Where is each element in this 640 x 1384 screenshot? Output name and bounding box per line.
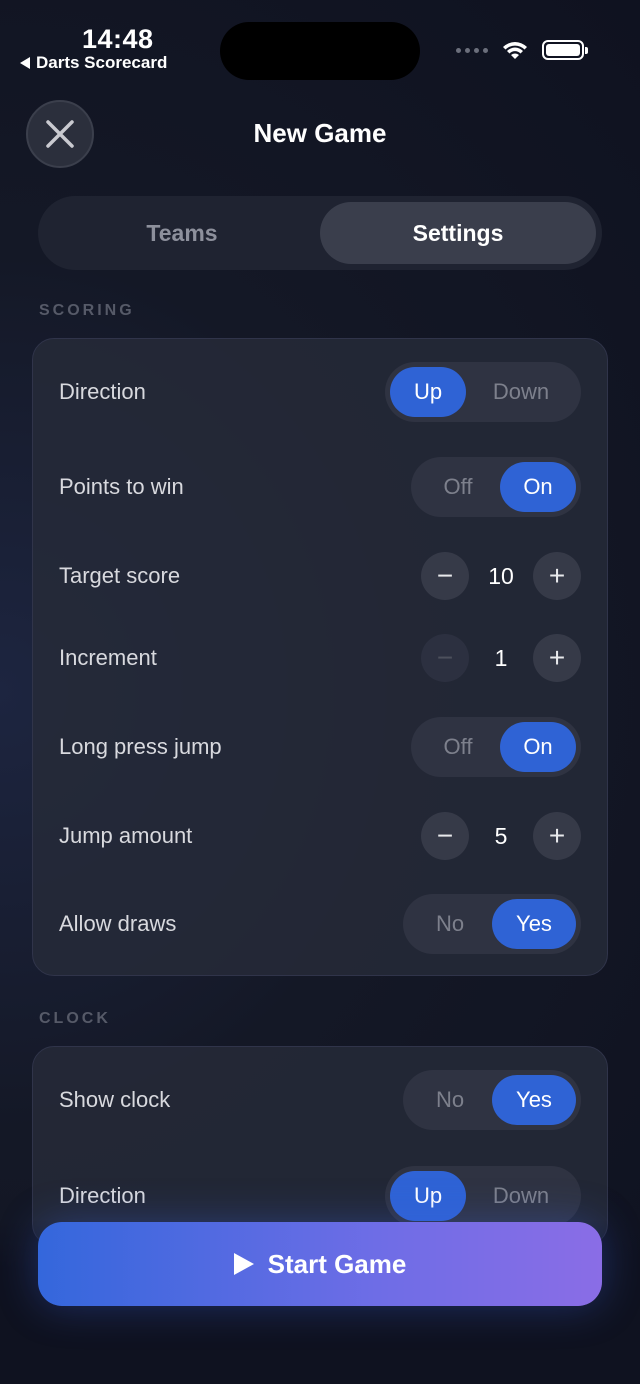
wifi-icon [503,42,527,59]
target-score-label: Target score [59,563,181,588]
tab-settings[interactable]: Settings [320,202,596,264]
show-clock-no-option[interactable]: No [408,1075,492,1125]
target-score-minus-button[interactable]: − [421,552,469,600]
points-to-win-on-option[interactable]: On [500,462,576,512]
increment-label: Increment [59,645,157,670]
direction-up-option[interactable]: Up [390,367,466,417]
clock-direction-up-option[interactable]: Up [390,1171,466,1221]
jump-amount-plus-button[interactable]: + [533,812,581,860]
scoring-card: Direction Up Down Points to win Off On T… [32,338,608,976]
show-clock-label: Show clock [59,1087,171,1112]
section-label-clock: CLOCK [39,1010,111,1027]
dynamic-island [220,22,420,80]
main-tabs: Teams Settings [38,196,602,270]
target-score-plus-button[interactable]: + [533,552,581,600]
signal-dots-icon [456,47,488,53]
points-to-win-toggle: Off On [411,457,581,517]
section-label-scoring: SCORING [39,302,135,319]
allow-draws-yes-option[interactable]: Yes [492,899,576,949]
tab-teams[interactable]: Teams [44,202,320,264]
jump-amount-value: 5 [494,822,508,849]
jump-amount-label: Jump amount [59,823,193,848]
direction-row: Direction Up Down [59,362,581,422]
long-press-jump-off-option[interactable]: Off [416,722,500,772]
status-bar: 14:48 Darts Scorecard [0,0,640,90]
show-clock-toggle: No Yes [403,1070,581,1130]
increment-value: 1 [494,644,508,671]
increment-stepper: − 1 + [421,634,581,682]
direction-down-option[interactable]: Down [466,367,576,417]
long-press-jump-toggle: Off On [411,717,581,777]
allow-draws-row: Allow draws No Yes [59,894,581,954]
status-time: 14:48 [82,24,154,54]
long-press-jump-on-option[interactable]: On [500,722,576,772]
start-game-button[interactable]: Start Game [38,1222,602,1306]
back-arrow-icon [20,57,30,69]
target-score-row: Target score − 10 + [59,546,581,606]
show-clock-yes-option[interactable]: Yes [492,1075,576,1125]
jump-amount-row: Jump amount − 5 + [59,806,581,866]
clock-direction-toggle: Up Down [385,1166,581,1226]
start-game-label: Start Game [267,1248,407,1279]
increment-minus-button[interactable]: − [421,634,469,682]
allow-draws-label: Allow draws [59,911,177,936]
show-clock-row: Show clock No Yes [59,1070,581,1130]
clock-direction-label: Direction [59,1183,146,1208]
battery-icon [542,40,588,60]
direction-toggle: Up Down [385,362,581,422]
long-press-jump-label: Long press jump [59,734,222,759]
clock-direction-row: Direction Up Down [59,1166,581,1226]
jump-amount-minus-button[interactable]: − [421,812,469,860]
clock-card: Show clock No Yes Direction Up Down [32,1046,608,1246]
increment-plus-button[interactable]: + [533,634,581,682]
jump-amount-stepper: − 5 + [421,812,581,860]
points-to-win-row: Points to win Off On [59,457,581,517]
points-to-win-off-option[interactable]: Off [416,462,500,512]
increment-row: Increment − 1 + [59,628,581,688]
clock-direction-down-option[interactable]: Down [466,1171,576,1221]
status-icons [456,40,588,60]
direction-label: Direction [59,379,146,404]
page-title: New Game [253,118,387,148]
back-app-label: Darts Scorecard [36,53,168,72]
target-score-stepper: − 10 + [421,552,581,600]
back-to-app-link[interactable]: Darts Scorecard [20,53,167,73]
points-to-win-label: Points to win [59,474,184,499]
play-icon [233,1253,254,1275]
target-score-value: 10 [488,562,514,589]
long-press-jump-row: Long press jump Off On [59,717,581,777]
allow-draws-no-option[interactable]: No [408,899,492,949]
allow-draws-toggle: No Yes [403,894,581,954]
